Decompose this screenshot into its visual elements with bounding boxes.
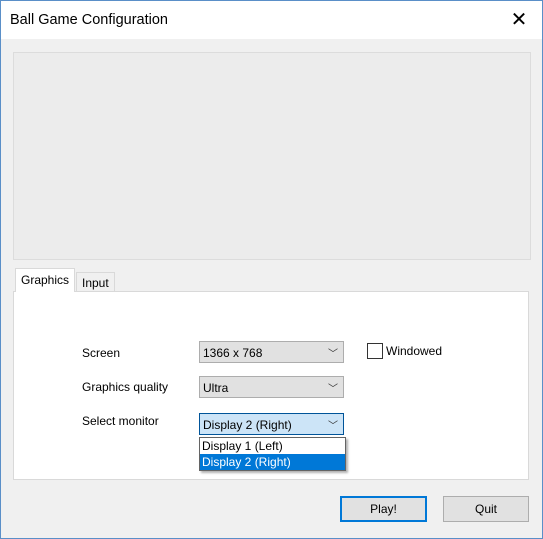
close-icon[interactable]: ✕ — [496, 1, 542, 39]
monitor-label: Select monitor — [82, 414, 159, 428]
windowed-label: Windowed — [386, 344, 443, 358]
monitor-option[interactable]: Display 2 (Right) — [200, 454, 345, 470]
chevron-down-icon: ﹀ — [328, 349, 338, 360]
screen-select[interactable]: 1366 x 768 ﹀ — [199, 341, 344, 363]
banner-image — [13, 52, 531, 260]
quit-button[interactable]: Quit — [443, 496, 529, 522]
monitor-dropdown-list: Display 1 (Left) Display 2 (Right) — [199, 437, 346, 471]
title-bar: Ball Game Configuration ✕ — [1, 1, 542, 39]
quality-label: Graphics quality — [82, 380, 169, 394]
quality-select[interactable]: Ultra ﹀ — [199, 376, 344, 398]
chevron-down-icon: ﹀ — [328, 384, 338, 395]
monitor-value: Display 2 (Right) — [203, 418, 292, 432]
screen-value: 1366 x 768 — [203, 346, 263, 360]
chevron-down-icon: ﹀ — [328, 421, 338, 432]
screen-label: Screen — [82, 346, 121, 360]
monitor-option[interactable]: Display 1 (Left) — [200, 438, 345, 454]
tab-input[interactable]: Input — [76, 272, 115, 292]
tab-graphics[interactable]: Graphics — [15, 268, 76, 292]
config-window: Ball Game Configuration ✕ Graphics Input… — [0, 0, 543, 539]
monitor-select[interactable]: Display 2 (Right) ﹀ — [199, 413, 344, 435]
play-button[interactable]: Play! — [340, 496, 427, 522]
windowed-checkbox[interactable] — [367, 343, 383, 359]
window-title: Ball Game Configuration — [10, 12, 168, 28]
quality-value: Ultra — [203, 381, 229, 395]
